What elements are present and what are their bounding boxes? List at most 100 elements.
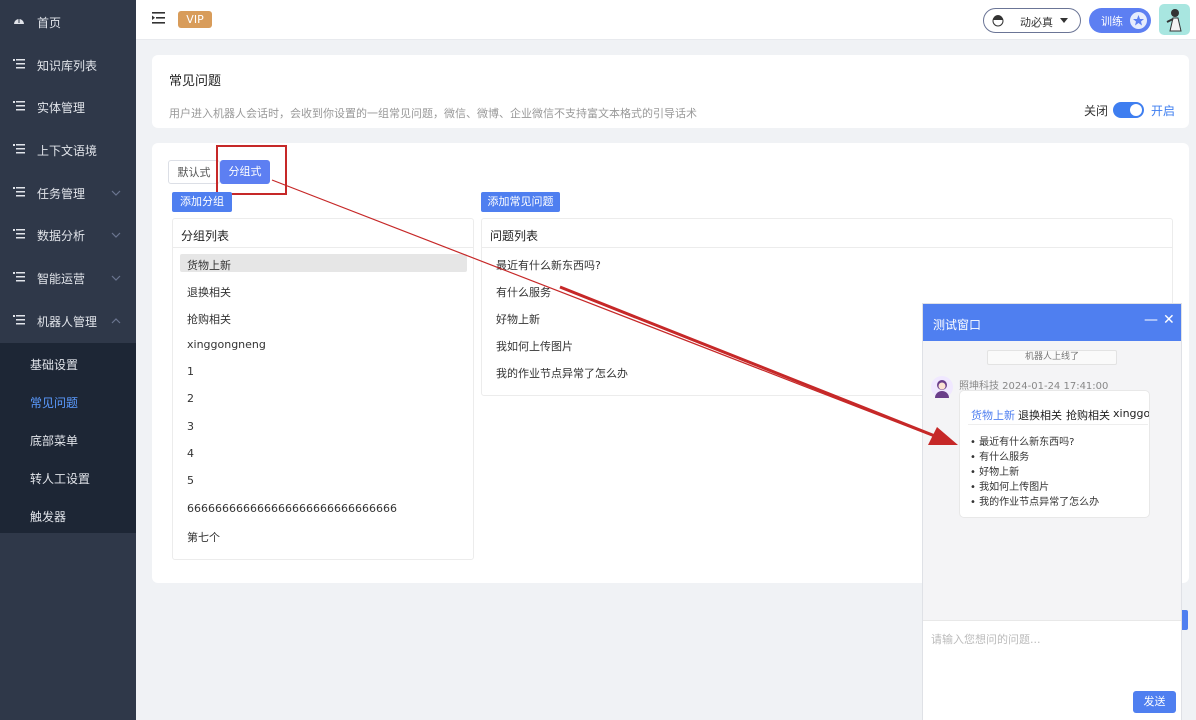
toggle-on-label: 开启: [1151, 104, 1176, 118]
chat-input-area[interactable]: 请输入您想问的问题... 发送: [923, 620, 1181, 720]
menu-fold-icon[interactable]: [152, 12, 166, 24]
submenu-basic-settings[interactable]: 基础设置: [30, 356, 78, 373]
user-face-icon: [992, 15, 1004, 27]
group-item[interactable]: 2: [187, 392, 194, 405]
list-icon: [13, 101, 25, 111]
group-item[interactable]: xinggongneng: [187, 338, 266, 351]
list-icon: [13, 272, 25, 282]
faq-item[interactable]: 我如何上传图片: [496, 338, 573, 354]
sidebar-item-robot-management[interactable]: 机器人管理: [0, 300, 136, 342]
divider: [482, 247, 1172, 248]
minimize-icon[interactable]: —: [1144, 312, 1158, 328]
bubble-group-tab[interactable]: 抢购相关: [1066, 407, 1110, 423]
collapsed-panel-tab[interactable]: [1182, 610, 1188, 630]
group-item[interactable]: 第七个: [187, 529, 220, 545]
train-label: 训练: [1101, 15, 1123, 28]
faq-header-card: 常见问题 用户进入机器人会话时，会收到你设置的一组常见问题，微信、微博、企业微信…: [152, 55, 1189, 128]
faq-item[interactable]: 有什么服务: [496, 284, 551, 300]
add-faq-button[interactable]: 添加常见问题: [481, 192, 560, 212]
toggle-knob: [1130, 104, 1142, 116]
sidebar-item-operations[interactable]: 智能运营: [0, 257, 136, 299]
submenu-human-transfer[interactable]: 转人工设置: [30, 470, 90, 487]
group-item[interactable]: 4: [187, 447, 194, 460]
bubble-question[interactable]: • 最近有什么新东西吗?: [970, 433, 1074, 448]
agent-avatar-icon: [935, 380, 949, 398]
sidebar-item-analytics[interactable]: 数据分析: [0, 214, 136, 256]
group-item[interactable]: 货物上新: [187, 257, 231, 273]
chevron-up-icon: [111, 318, 121, 324]
bubble-group-tab[interactable]: xinggong: [1113, 407, 1149, 420]
faq-item[interactable]: 好物上新: [496, 311, 540, 327]
sidebar-item-knowledge-base[interactable]: 知识库列表: [0, 44, 136, 86]
bubble-question[interactable]: • 好物上新: [970, 463, 1019, 478]
avatar-figure-icon: [1166, 9, 1182, 32]
avatar[interactable]: [1159, 4, 1190, 35]
list-icon: [13, 315, 25, 325]
close-icon[interactable]: ✕: [1163, 312, 1175, 328]
chat-title: 测试窗口: [933, 318, 982, 332]
list-icon: [13, 229, 25, 239]
faq-enable-toggle[interactable]: [1113, 102, 1144, 118]
sidebar-item-label: 智能运营: [37, 271, 86, 286]
sidebar-item-label: 知识库列表: [37, 58, 98, 73]
submenu-faq[interactable]: 常见问题: [30, 394, 78, 411]
submenu-triggers[interactable]: 触发器: [30, 508, 66, 525]
list-icon: [13, 187, 25, 197]
chevron-down-icon: [111, 190, 121, 196]
list-icon: [13, 144, 25, 154]
annotation-highlight-box: [216, 145, 287, 195]
sidebar-item-entities[interactable]: 实体管理: [0, 86, 136, 128]
vip-badge: VIP: [178, 11, 212, 28]
sidebar-item-label: 机器人管理: [37, 314, 98, 329]
group-item[interactable]: 退换相关: [187, 284, 231, 300]
chevron-down-icon: [111, 275, 121, 281]
submenu-bottom-menu[interactable]: 底部菜单: [30, 432, 78, 449]
dashboard-icon: [14, 19, 24, 24]
star-icon: [1130, 12, 1147, 29]
page-title: 常见问题: [169, 74, 222, 89]
tab-default-mode[interactable]: 默认式: [168, 160, 220, 184]
group-item[interactable]: 抢购相关: [187, 311, 231, 327]
page-description: 用户进入机器人会话时，会收到你设置的一组常见问题，微信、微博、企业微信不支持富文…: [169, 107, 697, 120]
sidebar-item-label: 上下文语境: [37, 143, 98, 158]
sidebar: 首页 知识库列表 实体管理 上下文语境 任务管理 数据分析 智能运营 机器人管理…: [0, 0, 136, 720]
caret-down-icon: [1060, 18, 1068, 23]
toggle-off-label: 关闭: [1084, 104, 1109, 118]
group-item[interactable]: 666666666666666666666666666666: [187, 502, 397, 515]
user-name: 动必真: [1020, 16, 1053, 29]
faq-item[interactable]: 我的作业节点异常了怎么办: [496, 365, 628, 381]
group-item[interactable]: 1: [187, 365, 194, 378]
sidebar-item-label: 任务管理: [37, 186, 86, 201]
list-icon: [13, 59, 25, 69]
faq-item[interactable]: 最近有什么新东西吗?: [496, 257, 601, 273]
group-list-title: 分组列表: [181, 229, 230, 243]
divider: [173, 247, 473, 248]
sidebar-item-home[interactable]: 首页: [0, 1, 136, 43]
top-bar: VIP 动必真 训练: [136, 0, 1196, 40]
user-select[interactable]: 动必真: [983, 8, 1081, 33]
faq-list-title: 问题列表: [490, 229, 539, 243]
bubble-group-tab[interactable]: 货物上新: [971, 407, 1015, 423]
chevron-down-icon: [111, 232, 121, 238]
send-button[interactable]: 发送: [1133, 691, 1176, 713]
sidebar-item-label: 实体管理: [37, 100, 86, 115]
bubble-question[interactable]: • 我如何上传图片: [970, 478, 1049, 493]
group-item[interactable]: 3: [187, 420, 194, 433]
bubble-question[interactable]: • 我的作业节点异常了怎么办: [970, 493, 1099, 508]
bubble-group-tab[interactable]: 退换相关: [1018, 407, 1062, 423]
test-chat-window: 测试窗口 — ✕ 机器人上线了 照坤科技 2024-01-24 17:41:00…: [922, 303, 1182, 720]
sidebar-item-label: 首页: [37, 15, 62, 30]
bubble-question[interactable]: • 有什么服务: [970, 448, 1029, 463]
group-item[interactable]: 5: [187, 474, 194, 487]
divider: [968, 424, 1148, 425]
sidebar-item-tasks[interactable]: 任务管理: [0, 172, 136, 214]
sidebar-item-context[interactable]: 上下文语境: [0, 129, 136, 171]
group-list-panel: 分组列表 货物上新 退换相关 抢购相关 xinggongneng 1 2 3 4…: [172, 218, 474, 560]
chat-header: 测试窗口 — ✕: [923, 304, 1181, 341]
chat-input[interactable]: 请输入您想问的问题...: [931, 631, 1041, 647]
train-button[interactable]: 训练: [1089, 8, 1151, 33]
system-notice: 机器人上线了: [987, 350, 1117, 365]
sidebar-item-label: 数据分析: [37, 228, 86, 243]
add-group-button[interactable]: 添加分组: [172, 192, 232, 212]
bot-avatar: [931, 376, 953, 398]
